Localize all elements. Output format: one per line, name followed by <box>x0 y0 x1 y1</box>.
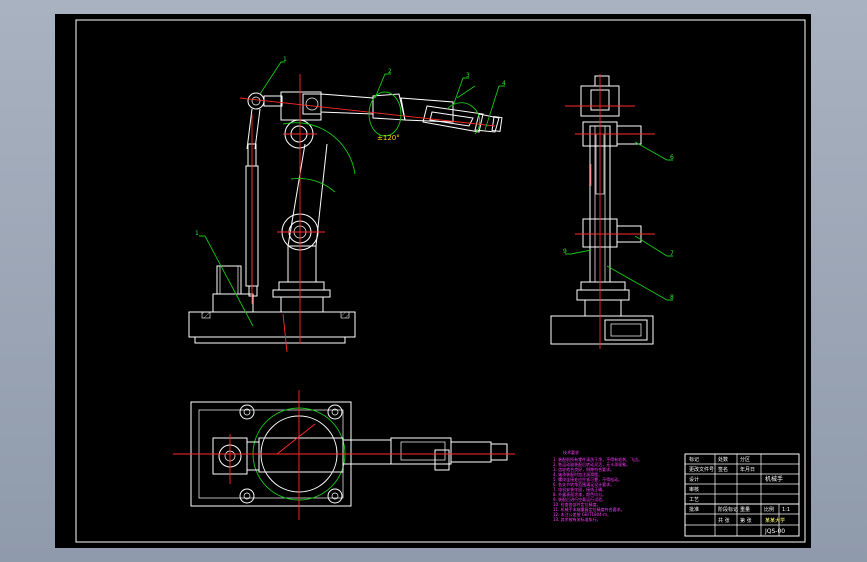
technical-notes: 技术要求 1. 装配前所有零件清洗干净，不得有毛刺、飞边。 2. 各运动副装配后… <box>553 449 642 522</box>
tb-cell-process: 工艺 <box>689 497 699 503</box>
tb-cell-design: 设计 <box>689 476 699 483</box>
tb-cell-total-sheets: 共 张 <box>718 517 730 524</box>
drawing-sheet[interactable]: 1 2 3 4 1 ±120° 6 7 8 9 技术要求 1. 装配前所有零件清… <box>55 14 811 548</box>
tb-cell-review: 审核 <box>689 486 699 493</box>
title-block: 标记 处数 分区 更改文件号 签名 年月日 设计 审核 工艺 批准 阶段标记 重… <box>684 453 800 537</box>
tb-drawing-name: 机械手 <box>765 475 783 483</box>
note-line-13: 13. 其余按有关标准执行。 <box>553 516 601 522</box>
tb-cell-date: 年月日 <box>740 466 755 473</box>
cad-viewport: 1 2 3 4 1 ±120° 6 7 8 9 技术要求 1. 装配前所有零件清… <box>0 0 867 562</box>
top-view <box>173 390 515 520</box>
tb-cell-sheet-no: 第 张 <box>740 517 752 524</box>
tb-cell-mark: 标记 <box>689 456 699 463</box>
leader-label-3: 3 <box>466 72 470 79</box>
tb-cell-count: 处数 <box>718 456 728 463</box>
rotation-angle-label: ±120° <box>377 134 400 142</box>
leader-label-2: 2 <box>388 68 392 75</box>
tb-cell-scale-value: 1:1 <box>782 507 790 513</box>
leader-label-9: 9 <box>563 248 567 255</box>
tb-school: 某某大学 <box>765 517 785 524</box>
tb-cell-weight: 重量 <box>740 506 750 513</box>
tb-cell-sign: 签名 <box>718 466 728 473</box>
drawing-canvas: 1 2 3 4 1 ±120° 6 7 8 9 技术要求 1. 装配前所有零件清… <box>75 19 806 543</box>
leader-label-7: 7 <box>670 250 674 257</box>
side-view: 6 7 8 9 <box>550 74 674 349</box>
tb-drawing-number: JQS-00 <box>764 528 785 535</box>
tb-cell-changefile: 更改文件号 <box>689 466 714 473</box>
tb-cell-scale: 比例 <box>764 506 774 513</box>
tb-cell-approve: 批准 <box>689 506 699 513</box>
leader-label-6: 6 <box>670 154 674 161</box>
leader-label-1: 1 <box>283 56 287 63</box>
leader-label-4: 4 <box>502 80 506 87</box>
notes-title: 技术要求 <box>563 449 579 455</box>
tb-cell-stage: 阶段标记 <box>718 506 738 513</box>
tb-cell-zone: 分区 <box>740 456 750 463</box>
leader-label-front: 1 <box>195 230 199 237</box>
leader-label-8: 8 <box>670 294 674 301</box>
front-view: 1 2 3 4 1 ±120° <box>188 56 506 353</box>
